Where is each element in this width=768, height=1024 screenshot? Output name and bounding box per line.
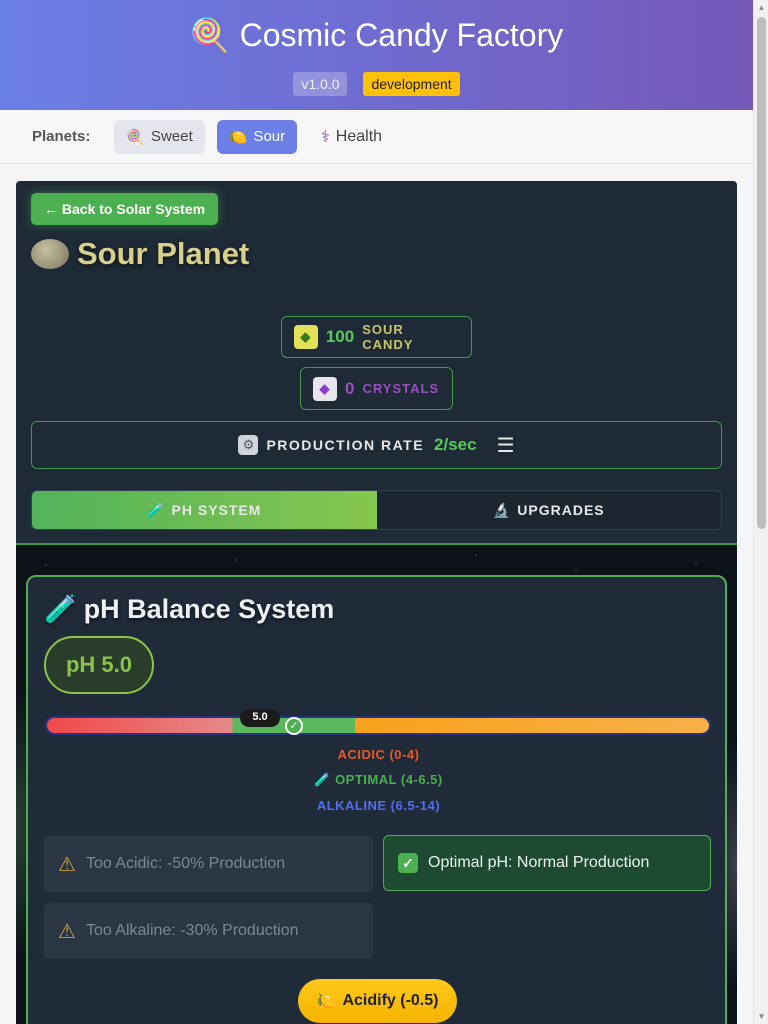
ph-title-text: pH Balance System — [83, 593, 335, 624]
sour-candy-counter: ◆ 100 SOUR CANDY — [281, 316, 472, 358]
range-optimal-label: 🧪 OPTIMAL (4-6.5) — [314, 772, 443, 787]
crystals-label: CRYSTALS — [362, 381, 440, 396]
planet-button-sweet[interactable]: 🍭 Sweet — [114, 119, 205, 154]
planet-button-label: Health — [335, 127, 383, 145]
app-title: 🍭 Cosmic Candy Factory — [0, 16, 753, 54]
caduceus-icon: ⚕ — [321, 128, 330, 146]
sour-candy-value: 100 — [325, 327, 355, 346]
effect-text: Too Alkaline: -30% Production — [85, 922, 299, 939]
checkmark-icon: ✓ — [398, 853, 418, 873]
app-title-text: Cosmic Candy Factory — [239, 16, 564, 53]
planet-tabs: 🧪 PH SYSTEM 🔬 UPGRADES — [31, 490, 722, 530]
range-acidic-label: ACIDIC (0-4) — [337, 747, 420, 762]
range-alkaline-label: ALKALINE (6.5-14) — [316, 798, 441, 813]
crystals-value: 0 — [345, 378, 355, 398]
planet-icon — [31, 239, 69, 269]
menu-icon[interactable]: ☰ — [497, 433, 515, 458]
page-scrollbar[interactable]: ▲ ▼ — [753, 0, 768, 1024]
acidify-button[interactable]: 🍋 Acidify (-0.5) — [298, 979, 457, 1023]
version-badge: v1.0.0 — [293, 72, 348, 96]
scroll-up-arrow-icon[interactable]: ▲ — [754, 0, 768, 15]
lemon-icon: 🍋 — [228, 128, 248, 146]
ph-title: 🧪 pH Balance System — [44, 593, 334, 625]
lemon-icon: 🍋 — [316, 993, 337, 1010]
gear-icon: ⚙ — [238, 435, 259, 455]
check-icon: ✓ — [285, 717, 303, 735]
effect-text: Optimal pH: Normal Production — [428, 854, 650, 871]
planet-button-health[interactable]: ⚕ Health — [309, 119, 394, 155]
effect-too-acidic: ⚠ Too Acidic: -50% Production — [44, 836, 373, 892]
ph-current-value: pH 5.0 — [44, 636, 154, 694]
tab-upgrades[interactable]: 🔬 UPGRADES — [376, 491, 721, 529]
warning-icon: ⚠ — [58, 853, 76, 876]
tab-label: PH SYSTEM — [171, 502, 262, 518]
planet-button-sour[interactable]: 🍋 Sour — [216, 119, 298, 154]
tab-ph-system[interactable]: 🧪 PH SYSTEM — [32, 491, 377, 529]
environment-badge: development — [363, 72, 460, 96]
production-rate-value: 2/sec — [434, 435, 477, 454]
acidify-label: Acidify (-0.5) — [342, 992, 439, 1009]
warning-icon: ⚠ — [58, 920, 76, 943]
test-tube-icon: 🧪 — [44, 594, 78, 624]
test-tube-icon: 🧪 — [147, 501, 166, 518]
back-to-solar-system-button[interactable]: ← Back to Solar System — [31, 193, 219, 225]
sour-candy-label: SOUR CANDY — [362, 322, 414, 352]
planet-button-label: Sweet — [151, 128, 193, 145]
planet-title-text: Sour Planet — [77, 236, 250, 271]
scrollbar-thumb[interactable] — [757, 17, 766, 529]
ph-scale-bar: 5.0 ✓ — [45, 709, 711, 735]
effect-optimal: ✓ Optimal pH: Normal Production — [383, 835, 711, 891]
tab-label: UPGRADES — [517, 502, 605, 518]
planet-title: Sour Planet — [31, 236, 249, 272]
ph-marker-label: 5.0 — [240, 709, 280, 727]
planet-nav: Planets: 🍭 Sweet 🍋 Sour ⚕ Health — [0, 110, 753, 164]
lollipop-icon: 🍭 — [126, 128, 146, 146]
page: 🍭 Cosmic Candy Factory v1.0.0 developmen… — [0, 0, 753, 1024]
effect-text: Too Acidic: -50% Production — [85, 855, 286, 872]
ph-balance-card: 🧪 pH Balance System pH 5.0 5.0 ✓ ACIDIC … — [26, 575, 727, 1024]
scroll-down-arrow-icon[interactable]: ▼ — [754, 1009, 768, 1024]
planet-button-label: Sour — [253, 128, 286, 145]
effect-too-alkaline: ⚠ Too Alkaline: -30% Production — [44, 903, 373, 959]
app-header: 🍭 Cosmic Candy Factory v1.0.0 developmen… — [0, 0, 753, 110]
lollipop-icon: 🍭 — [189, 17, 230, 53]
microscope-icon: 🔬 — [492, 501, 512, 518]
crystal-icon: ◆ — [313, 376, 337, 401]
header-badges: v1.0.0 development — [0, 72, 753, 96]
production-rate-label: PRODUCTION RATE — [266, 437, 425, 453]
planet-panel: ← Back to Solar System Sour Planet ◆ 100… — [16, 181, 737, 1024]
production-rate-panel: ⚙ PRODUCTION RATE 2/sec ☰ — [31, 421, 722, 469]
crystals-counter: ◆ 0 CRYSTALS — [300, 367, 453, 410]
sour-candy-icon: ◆ — [294, 325, 318, 349]
planet-nav-label: Planets: — [32, 128, 91, 145]
